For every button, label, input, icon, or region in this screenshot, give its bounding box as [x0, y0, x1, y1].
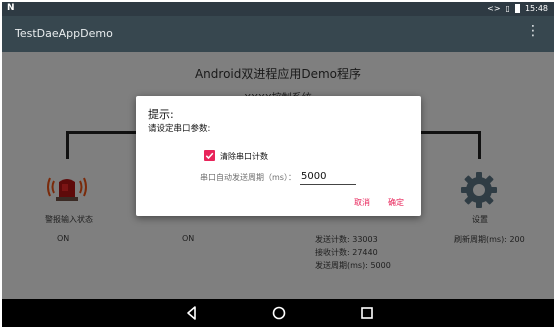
- receive-count: 接收计数: 27440: [315, 248, 378, 257]
- page-title: Android双进程应用Demo程序: [194, 67, 362, 81]
- clock: 15:48: [524, 4, 548, 13]
- wire-left-horizontal: [66, 131, 140, 134]
- middle-state-value: ON: [182, 234, 195, 243]
- navigation-bar: [2, 299, 554, 327]
- home-icon[interactable]: [269, 303, 289, 323]
- overflow-menu-icon[interactable]: ⋮: [526, 24, 540, 38]
- refresh-period: 刷新周期(ms): 200: [454, 235, 525, 244]
- code-arrows-icon: <>: [487, 4, 501, 13]
- confirm-button[interactable]: 确定: [388, 197, 404, 208]
- status-bar: N <> ▯ 15:48: [2, 2, 554, 16]
- clear-count-label[interactable]: 清除串口计数: [220, 151, 268, 162]
- settings-label: 设置: [472, 215, 488, 224]
- battery-icon: [514, 4, 520, 13]
- no-sim-icon: ▯: [505, 4, 510, 13]
- serial-settings-dialog: 提示: 请设定串口参数: 清除串口计数 串口自动发送周期（ms）： 取消 确定: [136, 96, 421, 216]
- wire-left-vertical: [66, 131, 69, 159]
- back-icon[interactable]: [182, 303, 202, 323]
- dialog-title: 提示:: [148, 108, 174, 121]
- send-period: 发送周期(ms): 5000: [315, 261, 391, 270]
- app-title: TestDaeAppDemo: [15, 27, 113, 40]
- send-period-input[interactable]: [300, 168, 356, 185]
- gear-icon[interactable]: [459, 170, 499, 210]
- cancel-button[interactable]: 取消: [354, 197, 370, 208]
- alarm-label: 警报输入状态: [45, 215, 93, 224]
- checkmark-icon: [205, 152, 214, 160]
- wire-right-horizontal: [421, 131, 481, 134]
- dialog-message: 请设定串口参数:: [148, 124, 211, 134]
- alarm-light-icon[interactable]: [44, 173, 90, 203]
- app-bar: TestDaeAppDemo ⋮: [2, 16, 554, 52]
- send-count: 发送计数: 33003: [315, 235, 378, 244]
- alarm-value: ON: [57, 234, 70, 243]
- notification-n-icon: N: [7, 3, 15, 13]
- recents-icon[interactable]: [357, 303, 377, 323]
- wire-right-vertical: [478, 131, 481, 159]
- clear-count-checkbox[interactable]: [204, 150, 215, 161]
- send-period-label: 串口自动发送周期（ms）：: [200, 173, 296, 182]
